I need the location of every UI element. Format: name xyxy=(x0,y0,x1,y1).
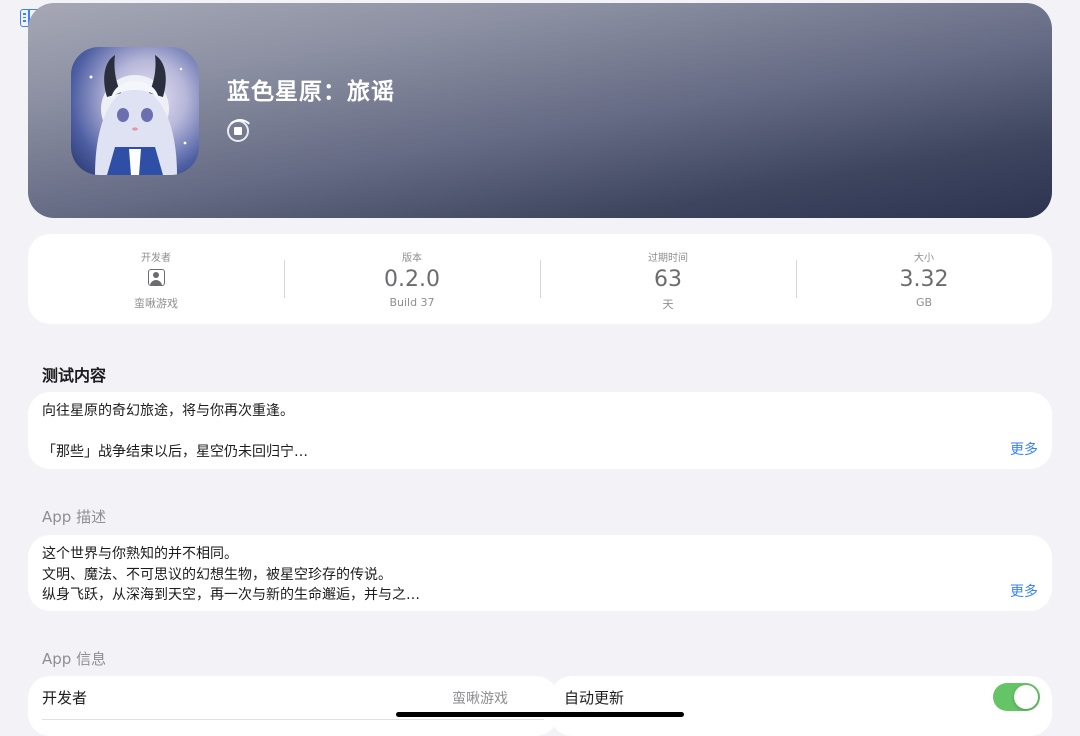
test-content-card: 向往星原的奇幻旅途，将与你再次重逢。 「那些」战争结束以后，星空仍未回归宁… 更… xyxy=(28,392,1052,469)
stat-version: 版本 0.2.0 Build 37 xyxy=(284,234,540,324)
test-content-line: 向往星原的奇幻旅途，将与你再次重逢。 xyxy=(42,403,294,419)
info-divider xyxy=(42,719,544,720)
stat-label: 过期时间 xyxy=(648,253,688,264)
stat-size: 大小 3.32 GB xyxy=(796,234,1052,324)
app-icon xyxy=(71,47,199,175)
stats-card: 开发者 蛮啾游戏 版本 0.2.0 Build 37 过期时间 63 天 大小 … xyxy=(28,234,1052,324)
developer-value: 蛮啾游戏 xyxy=(452,691,508,707)
stat-expiry: 过期时间 63 天 xyxy=(540,234,796,324)
description-more-link[interactable]: 更多 xyxy=(1010,582,1038,603)
stat-sub: 蛮啾游戏 xyxy=(134,297,178,310)
stat-label: 版本 xyxy=(402,253,422,264)
test-content-title: 测试内容 xyxy=(42,366,107,385)
stat-sub: 天 xyxy=(662,298,674,311)
test-content-line: 「那些」战争结束以后，星空仍未回归宁… xyxy=(42,444,308,460)
stat-value: 63 xyxy=(654,267,682,292)
description-line: 文明、魔法、不可思议的幻想生物，被星空珍存的传说。 xyxy=(42,566,392,583)
description-line: 这个世界与你熟知的并不相同。 xyxy=(42,546,238,562)
app-header: 蓝色星原：旅谣 xyxy=(28,3,1052,218)
description-card: 这个世界与你熟知的并不相同。 文明、魔法、不可思议的幻想生物，被星空珍存的传说。… xyxy=(28,535,1052,611)
info-card-developer: 开发者 蛮啾游戏 xyxy=(28,676,558,736)
home-indicator[interactable] xyxy=(396,712,684,717)
description-line: 纵身飞跃，从深海到天空，再一次与新的生命邂逅，并与之… xyxy=(42,587,420,603)
auto-update-toggle[interactable] xyxy=(993,683,1040,711)
stop-download-button[interactable] xyxy=(226,119,254,142)
person-icon xyxy=(147,269,165,286)
stat-value: 0.2.0 xyxy=(384,267,440,292)
info-card-auto-update: 自动更新 xyxy=(550,676,1052,736)
stat-label: 大小 xyxy=(914,253,934,264)
app-icon-artwork xyxy=(89,55,187,175)
stat-developer: 开发者 蛮啾游戏 xyxy=(28,234,284,324)
test-content-more-link[interactable]: 更多 xyxy=(1010,440,1038,461)
developer-label: 开发者 xyxy=(42,689,88,707)
description-title: App 描述 xyxy=(42,508,107,526)
app-info-title: App 信息 xyxy=(42,650,107,668)
stat-sub: Build 37 xyxy=(389,296,435,309)
stat-value: 3.32 xyxy=(899,267,949,292)
stat-label: 开发者 xyxy=(141,253,171,264)
stat-sub: GB xyxy=(915,296,933,309)
app-title: 蓝色星原：旅谣 xyxy=(227,79,395,105)
auto-update-label: 自动更新 xyxy=(564,689,625,707)
test-content-line xyxy=(42,422,1038,443)
